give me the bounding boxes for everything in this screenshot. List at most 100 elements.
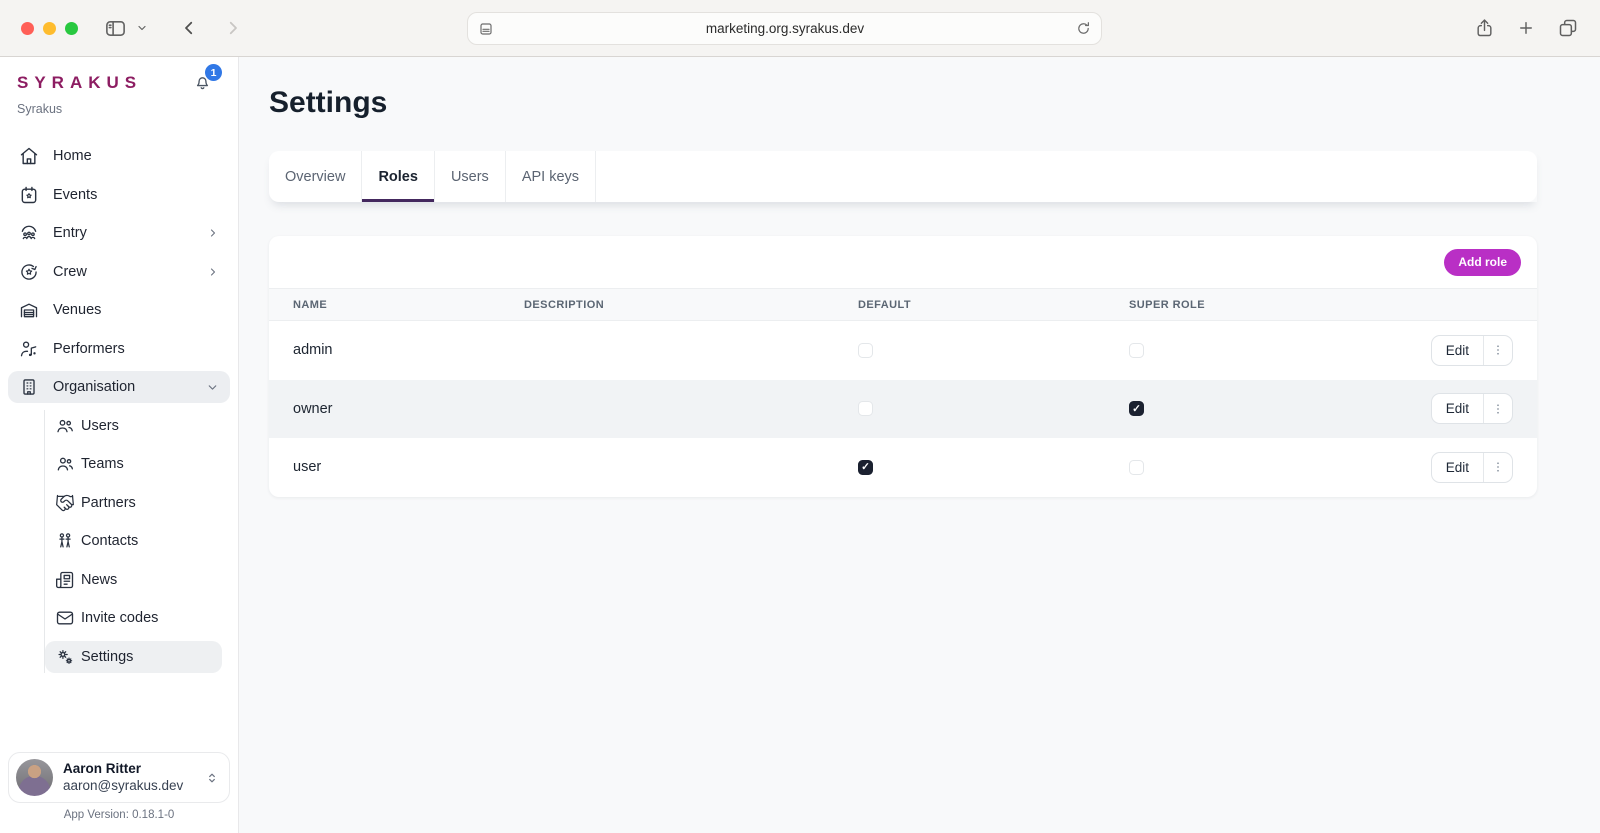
- sidebar-item-label: Entry: [53, 225, 193, 241]
- edit-button[interactable]: Edit: [1432, 394, 1483, 423]
- sidebar-toggle-icon[interactable]: [104, 17, 127, 40]
- sidebar-nav: Home Events Entry Crew Venues: [0, 140, 238, 679]
- tab-label: Users: [451, 169, 489, 185]
- sidebar-item-venues[interactable]: Venues: [8, 294, 230, 326]
- crowd-icon: [19, 223, 39, 243]
- edit-button[interactable]: Edit: [1432, 336, 1483, 365]
- warehouse-icon: [19, 300, 39, 320]
- notifications-button[interactable]: 1: [193, 72, 212, 92]
- sidebar-item-label: Teams: [81, 456, 124, 472]
- tab-overview[interactable]: Overview: [269, 151, 362, 202]
- sidebar-item-label: Partners: [81, 495, 136, 511]
- add-role-button[interactable]: Add role: [1444, 249, 1521, 276]
- organisation-subnav: Users Teams Partners Contacts News: [44, 410, 222, 673]
- sidebar-item-label: Invite codes: [81, 610, 158, 626]
- handshake-icon: [55, 493, 75, 513]
- sidebar-item-contacts[interactable]: Contacts: [45, 525, 222, 557]
- sidebar-item-label: Home: [53, 148, 219, 164]
- sidebar-item-news[interactable]: News: [45, 564, 222, 596]
- sidebar-item-events[interactable]: Events: [8, 179, 230, 211]
- workspace-name: Syrakus: [17, 102, 221, 116]
- forward-button[interactable]: [224, 19, 242, 37]
- kebab-menu-icon[interactable]: [1483, 453, 1512, 482]
- column-header-description: DESCRIPTION: [524, 299, 858, 311]
- super-role-checkbox[interactable]: [1129, 460, 1144, 475]
- contacts-icon: [55, 531, 75, 551]
- chevrons-up-down-icon: [205, 770, 219, 786]
- zoom-window-button[interactable]: [65, 22, 78, 35]
- traffic-lights: [21, 22, 78, 35]
- table-header: NAME DESCRIPTION DEFAULT SUPER ROLE: [269, 288, 1537, 321]
- kebab-menu-icon[interactable]: [1483, 336, 1512, 365]
- url-text[interactable]: marketing.org.syrakus.dev: [494, 21, 1076, 36]
- reload-icon[interactable]: [1076, 21, 1091, 36]
- roles-card: Add role NAME DESCRIPTION DEFAULT SUPER …: [269, 236, 1537, 497]
- new-tab-icon[interactable]: [1517, 19, 1535, 37]
- edit-button[interactable]: Edit: [1432, 453, 1483, 482]
- sidebar-chevron-down-icon[interactable]: [136, 22, 148, 34]
- browser-chrome: marketing.org.syrakus.dev: [0, 0, 1600, 57]
- sidebar-item-label: Settings: [81, 649, 133, 665]
- chevron-right-icon: [207, 266, 219, 278]
- building-icon: [19, 377, 39, 397]
- default-checkbox[interactable]: [858, 343, 873, 358]
- home-icon: [19, 146, 39, 166]
- teams-icon: [55, 454, 75, 474]
- default-checkbox[interactable]: [858, 401, 873, 416]
- sidebar-item-partners[interactable]: Partners: [45, 487, 222, 519]
- super-role-checkbox[interactable]: [1129, 343, 1144, 358]
- newspaper-icon: [55, 570, 75, 590]
- sidebar-item-home[interactable]: Home: [8, 140, 230, 172]
- sidebar-item-entry[interactable]: Entry: [8, 217, 230, 249]
- column-header-default: DEFAULT: [858, 299, 1129, 311]
- sidebar: SYRAKUS 1 Syrakus Home Events Entry: [0, 57, 239, 833]
- app-logo: SYRAKUS: [17, 73, 221, 93]
- app-version: App Version: 0.18.1-0: [0, 809, 238, 821]
- sidebar-item-label: Users: [81, 418, 119, 434]
- sidebar-item-settings[interactable]: Settings: [45, 641, 222, 673]
- sidebar-item-teams[interactable]: Teams: [45, 448, 222, 480]
- back-button[interactable]: [180, 19, 198, 37]
- sidebar-item-users[interactable]: Users: [45, 410, 222, 442]
- role-name: admin: [293, 342, 524, 358]
- tab-overview-icon[interactable]: [1558, 18, 1578, 38]
- mail-icon: [55, 608, 75, 628]
- badge-star-icon: [19, 262, 39, 282]
- user-name: Aaron Ritter: [63, 761, 195, 778]
- tab-label: API keys: [522, 169, 579, 185]
- user-menu[interactable]: Aaron Ritter aaron@syrakus.dev: [8, 752, 230, 803]
- sidebar-item-label: News: [81, 572, 117, 588]
- sidebar-item-label: Crew: [53, 264, 193, 280]
- users-icon: [55, 416, 75, 436]
- tab-label: Roles: [378, 169, 418, 185]
- sidebar-item-organisation[interactable]: Organisation: [8, 371, 230, 403]
- main-content: Settings Overview Roles Users API keys A…: [239, 57, 1600, 833]
- page-title: Settings: [269, 86, 1600, 120]
- sidebar-item-crew[interactable]: Crew: [8, 256, 230, 288]
- sidebar-item-invite-codes[interactable]: Invite codes: [45, 602, 222, 634]
- settings-tabbar: Overview Roles Users API keys: [269, 151, 1537, 202]
- notification-badge: 1: [205, 64, 222, 81]
- tab-users[interactable]: Users: [435, 151, 506, 202]
- performer-music-icon: [19, 339, 39, 359]
- kebab-menu-icon[interactable]: [1483, 394, 1512, 423]
- default-checkbox[interactable]: [858, 460, 873, 475]
- chevron-right-icon: [207, 227, 219, 239]
- minimize-window-button[interactable]: [43, 22, 56, 35]
- tab-roles[interactable]: Roles: [362, 151, 435, 202]
- column-header-name: NAME: [293, 299, 524, 311]
- table-row: owner Edit: [269, 380, 1537, 439]
- sidebar-item-label: Contacts: [81, 533, 138, 549]
- close-window-button[interactable]: [21, 22, 34, 35]
- sidebar-item-performers[interactable]: Performers: [8, 333, 230, 365]
- avatar: [16, 759, 53, 796]
- gears-icon: [55, 647, 75, 667]
- share-icon[interactable]: [1475, 18, 1494, 38]
- super-role-checkbox[interactable]: [1129, 401, 1144, 416]
- address-bar[interactable]: marketing.org.syrakus.dev: [467, 12, 1102, 45]
- user-email: aaron@syrakus.dev: [63, 778, 195, 795]
- page-settings-icon[interactable]: [478, 21, 494, 37]
- tab-api-keys[interactable]: API keys: [506, 151, 596, 202]
- role-name: owner: [293, 401, 524, 417]
- role-name: user: [293, 459, 524, 475]
